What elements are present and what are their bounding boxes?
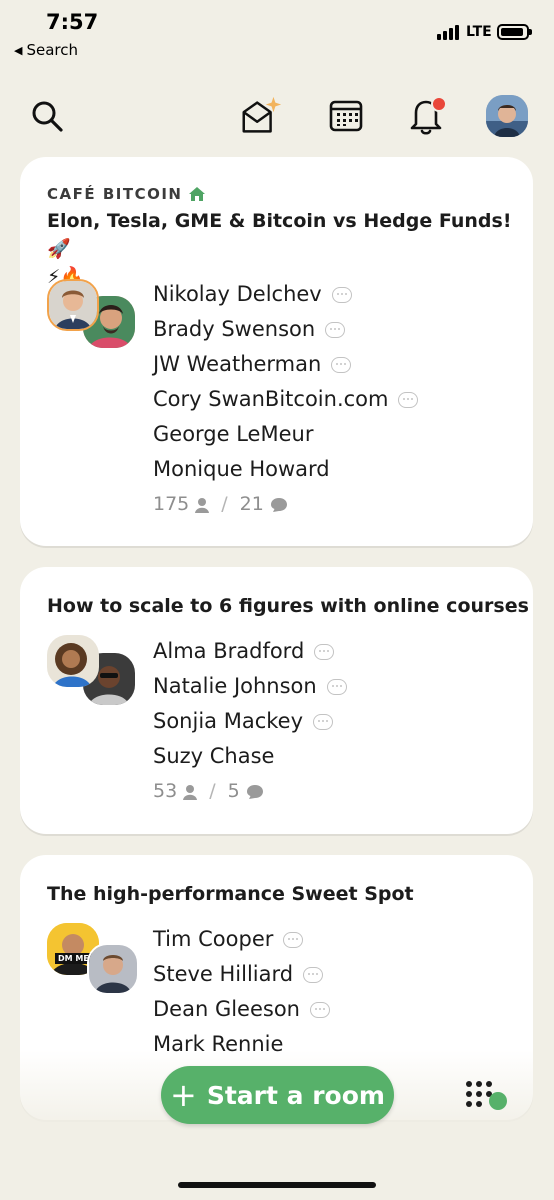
speaker-name[interactable]: Brady Swenson (153, 312, 418, 347)
speaker-label: Monique Howard (153, 457, 330, 481)
speech-bubble-icon (331, 356, 352, 373)
room-title-line: Elon, Tesla, GME & Bitcoin vs Hedge Fund… (47, 210, 512, 260)
top-navigation (0, 88, 554, 144)
speaker-name[interactable]: Alma Bradford (153, 634, 347, 669)
room-title: The high-performance Sweet Spot (47, 883, 414, 905)
speaker-label: Cory SwanBitcoin.com (153, 387, 389, 411)
speech-bubble-icon (398, 391, 419, 408)
speaker-name[interactable]: Cory SwanBitcoin.com (153, 382, 419, 417)
house-icon (189, 187, 206, 201)
back-to-search-link[interactable]: ◀ Search (14, 41, 78, 59)
club-label: CAFÉ BITCOIN (47, 185, 183, 203)
speaker-list: Nikolay Delchev Brady Swenson JW Weather… (153, 277, 419, 522)
speaker-avatars (47, 635, 139, 715)
speaker-count: 21 (239, 493, 264, 515)
speech-bubble-icon (314, 643, 335, 660)
speaker-label: Dean Gleeson (153, 997, 300, 1021)
room-stats: 175 / 21 (153, 487, 418, 522)
speaker-label: Sonjia Mackey (153, 709, 303, 733)
calendar-icon[interactable] (323, 88, 369, 144)
club-name[interactable]: CAFÉ BITCOIN (47, 185, 206, 203)
room-card[interactable]: How to scale to 6 figures with online co… (20, 567, 533, 834)
speaker-label: Suzy Chase (153, 744, 275, 768)
speaker-label: Natalie Johnson (153, 674, 317, 698)
speaker-label: JW Weatherman (153, 352, 322, 376)
start-room-label: Start a room (206, 1080, 385, 1110)
speech-bubble-icon (303, 966, 324, 983)
speaker-label: Steve Hilliard (153, 962, 294, 986)
speech-bubble-icon (310, 1001, 330, 1018)
speaker-name[interactable]: Suzy Chase (153, 739, 347, 774)
speaker-count: 5 (227, 780, 240, 802)
speaker-avatars (47, 279, 139, 359)
room-title: How to scale to 6 figures with online co… (47, 595, 529, 617)
person-icon (183, 784, 198, 800)
speaker-label: Tim Cooper (153, 927, 274, 951)
speaker-name[interactable]: JW Weatherman (153, 347, 418, 382)
chat-bubble-icon (270, 497, 287, 512)
person-icon (195, 497, 210, 513)
room-card[interactable]: CAFÉ BITCOIN Elon, Tesla, GME & Bitcoin … (20, 157, 533, 546)
speaker-name[interactable]: Tim Cooper (153, 922, 330, 957)
speaker-avatars: DM ME (47, 923, 139, 1003)
cellular-signal-icon (437, 24, 459, 40)
speaker-name[interactable]: Monique Howard (153, 452, 418, 487)
chat-bubble-icon (246, 784, 263, 799)
speech-bubble-icon (326, 678, 347, 695)
home-indicator (178, 1182, 376, 1188)
speaker-avatar (87, 943, 139, 995)
start-room-button[interactable]: + Start a room (161, 1066, 394, 1124)
speaker-label: Nikolay Delchev (153, 282, 322, 306)
speaker-name[interactable]: Dean Gleeson (153, 992, 330, 1027)
status-bar: 7:57 ◀ Search LTE (0, 0, 554, 70)
speaker-avatar (47, 635, 99, 687)
profile-avatar[interactable] (486, 95, 528, 137)
listener-count: 175 (153, 493, 190, 515)
speaker-avatar (47, 279, 99, 331)
divider: / (209, 780, 216, 802)
listener-count: 53 (153, 780, 178, 802)
speaker-name[interactable]: Nikolay Delchev (153, 277, 418, 312)
speaker-name[interactable]: Natalie Johnson (153, 669, 347, 704)
speech-bubble-icon (325, 321, 346, 338)
speaker-label: Alma Bradford (153, 639, 305, 663)
speaker-list: Alma Bradford Natalie Johnson Sonjia Mac… (153, 634, 347, 809)
speech-bubble-icon (283, 931, 304, 948)
battery-icon (497, 24, 532, 40)
network-type: LTE (466, 24, 492, 40)
clock: 7:57 (46, 10, 99, 34)
speaker-name[interactable]: George LeMeur (153, 417, 418, 452)
room-stats: 53 / 5 (153, 774, 347, 809)
speech-bubble-icon (313, 713, 333, 730)
speech-bubble-icon (331, 286, 352, 303)
notification-badge (431, 96, 447, 112)
speaker-name[interactable]: Sonjia Mackey (153, 704, 347, 739)
divider: / (221, 493, 228, 515)
envelope-sparkle-icon[interactable] (238, 88, 284, 144)
online-status-dot (489, 1092, 507, 1110)
plus-icon: + (170, 1076, 197, 1114)
speaker-label: Brady Swenson (153, 317, 316, 341)
search-icon[interactable] (24, 88, 70, 144)
speaker-name[interactable]: Steve Hilliard (153, 957, 330, 992)
back-arrow-icon: ◀ (14, 43, 23, 57)
speaker-list: Tim Cooper Steve Hilliard Dean Gleeson M… (153, 922, 330, 1062)
back-label: Search (26, 41, 79, 59)
speaker-label: George LeMeur (153, 422, 314, 446)
